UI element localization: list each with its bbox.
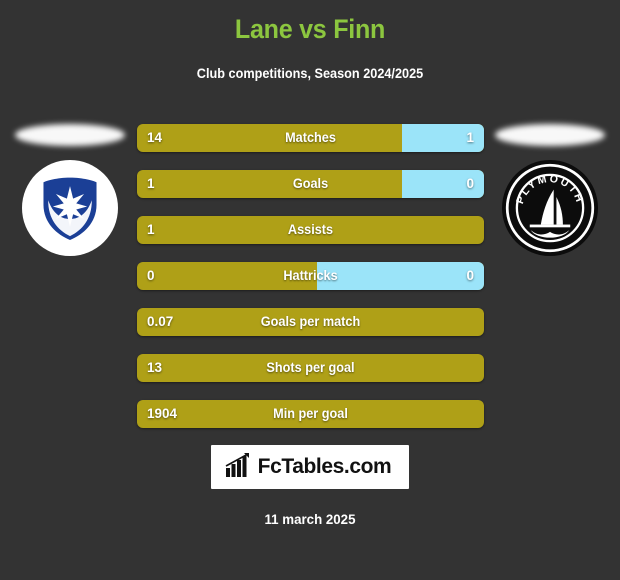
fctables-brand-text: FcTables.com — [257, 455, 392, 478]
table-row[interactable]: 1 Goals 0 — [137, 170, 484, 198]
fctables-logo[interactable]: FcTables.com — [210, 445, 410, 489]
stat-bar-min-per-goal[interactable] — [137, 400, 484, 428]
logo-glow-ellipse — [15, 124, 125, 146]
table-row[interactable]: 1904 Min per goal — [137, 400, 484, 428]
stat-bar-goals-per-match[interactable] — [137, 308, 484, 336]
stat-bar-assists[interactable] — [137, 216, 484, 244]
page-header: Lane vs Finn Club competitions, Season 2… — [0, 0, 620, 82]
home-team-logo — [10, 110, 130, 270]
page-footer: FcTables.com 11 march 2025 — [0, 445, 620, 527]
report-date: 11 march 2025 — [264, 511, 356, 527]
logo-glow-ellipse — [495, 124, 605, 146]
stat-bar-shots-per-goal[interactable] — [137, 354, 484, 382]
stat-bar-matches[interactable] — [137, 124, 484, 152]
plymouth-crest-icon: PLYMOUTH — [502, 160, 598, 256]
away-bar-fill — [317, 262, 484, 290]
page-title: Lane vs Finn — [234, 14, 386, 44]
page-subtitle: Club competitions, Season 2024/2025 — [196, 66, 424, 81]
table-row[interactable]: 13 Shots per goal — [137, 354, 484, 382]
comparison-chart: PLYMOUTH 14 Matches 1 1 Goals 0 1 Assist… — [0, 110, 620, 430]
table-row[interactable]: 1 Assists — [137, 216, 484, 244]
table-row[interactable]: 0 Hattricks 0 — [137, 262, 484, 290]
away-bar-fill — [402, 170, 484, 198]
bar-chart-icon — [225, 453, 251, 481]
away-bar-fill — [402, 124, 484, 152]
table-row[interactable]: 14 Matches 1 — [137, 124, 484, 152]
stat-bar-list: 14 Matches 1 1 Goals 0 1 Assists 0 Hattr… — [137, 124, 484, 446]
portsmouth-crest-icon — [22, 160, 118, 256]
stat-bar-hattricks[interactable] — [137, 262, 484, 290]
table-row[interactable]: 0.07 Goals per match — [137, 308, 484, 336]
stat-bar-goals[interactable] — [137, 170, 484, 198]
away-team-logo: PLYMOUTH — [490, 110, 610, 270]
